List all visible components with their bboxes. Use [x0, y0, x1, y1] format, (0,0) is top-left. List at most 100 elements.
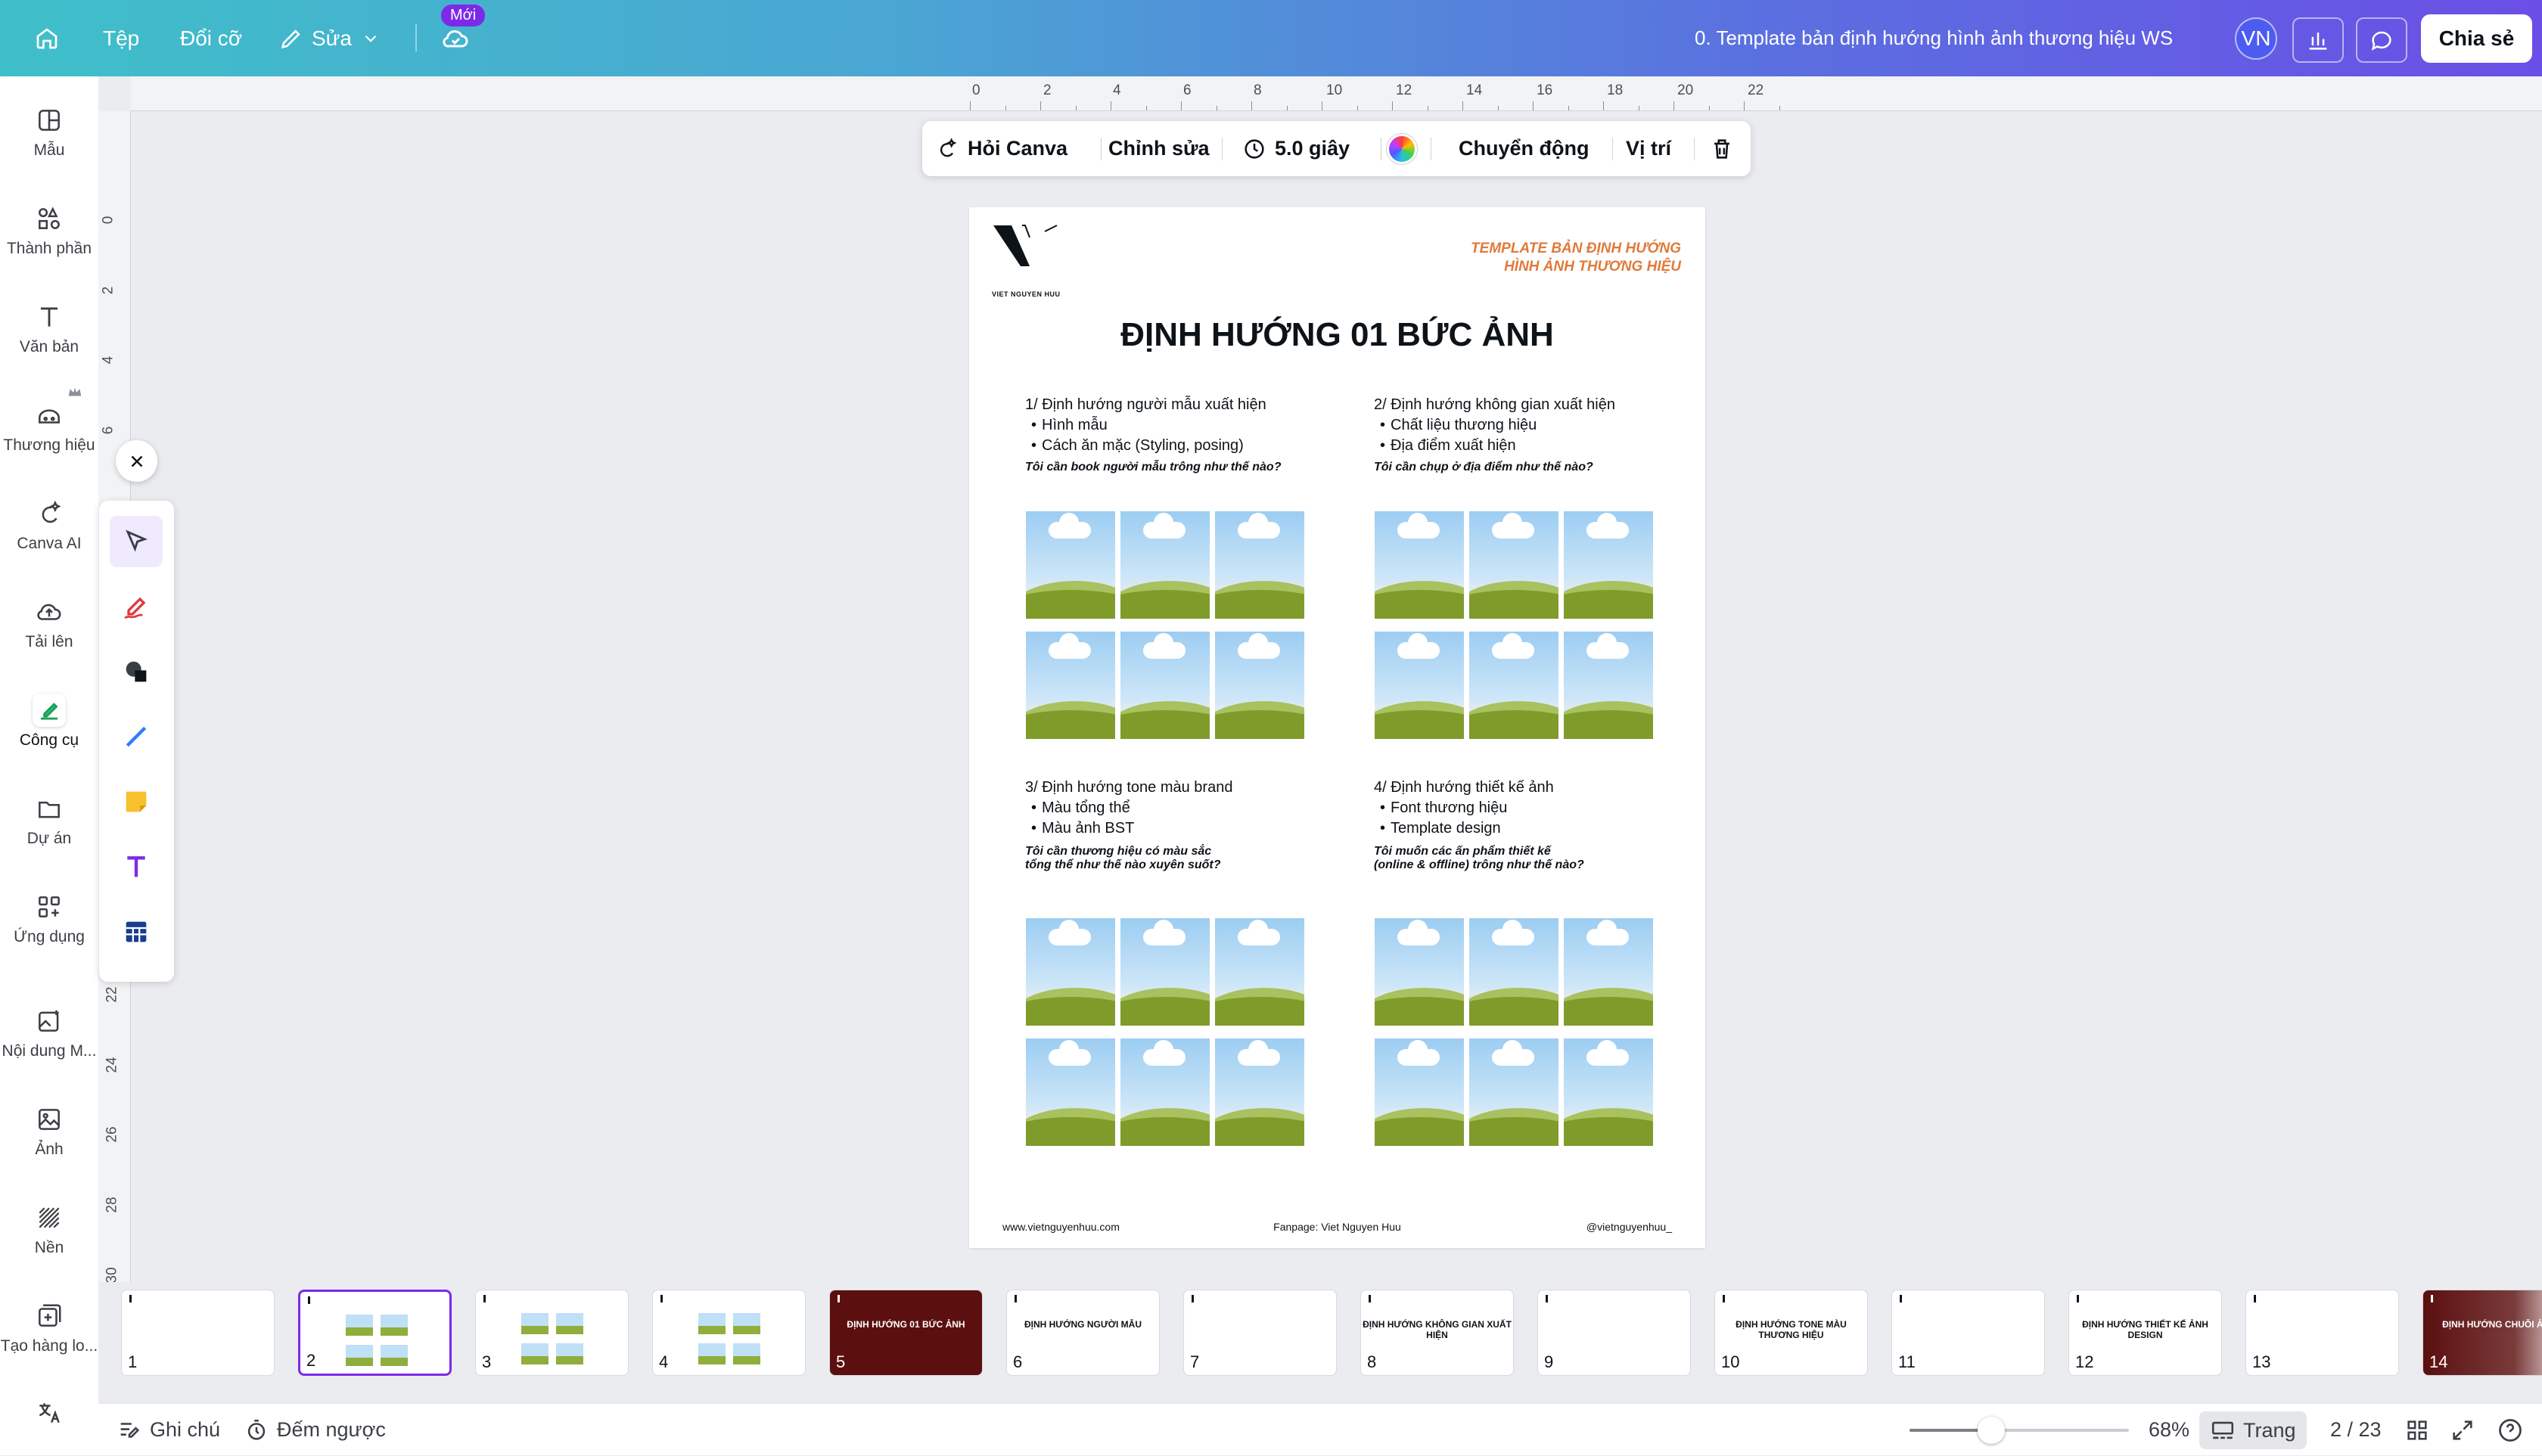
share-button[interactable]: Chia sẻ [2421, 14, 2532, 63]
sticky-note-tool-button[interactable] [110, 776, 163, 827]
edit-button[interactable]: Chỉnh sửa [1108, 121, 1210, 176]
resize-menu[interactable]: Đổi cỡ [180, 0, 242, 76]
page-thumbnail[interactable]: 4 [652, 1290, 806, 1376]
page-thumbnail[interactable]: 13 [2245, 1290, 2399, 1376]
grid-view-button[interactable] [2404, 1404, 2430, 1456]
image-placeholder[interactable] [1564, 511, 1653, 619]
zoom-slider-thumb[interactable] [1978, 1417, 2005, 1444]
pen-icon [124, 597, 146, 619]
image-placeholder[interactable] [1469, 918, 1558, 1026]
page-thumbnail[interactable]: ĐỊNH HƯỚNG THIẾT KẾ ẢNH DESIGN 12 [2068, 1290, 2222, 1376]
page-thumbnail[interactable]: 9 [1537, 1290, 1691, 1376]
bullet-dot: • [1380, 799, 1386, 816]
sidebar-item-brand[interactable]: Thương hiệu [0, 399, 98, 455]
close-tools-button[interactable] [116, 440, 157, 482]
page-thumbnail[interactable]: 3 [475, 1290, 629, 1376]
sidebar-item-photos[interactable]: Ảnh [0, 1103, 98, 1159]
image-placeholder[interactable] [1120, 632, 1210, 739]
image-placeholder[interactable] [1120, 511, 1210, 619]
ruler-tick-label: 12 [1396, 82, 1412, 98]
zoom-slider[interactable] [1910, 1417, 2129, 1444]
image-placeholder[interactable] [1469, 511, 1558, 619]
pages-view-button[interactable]: Trang [2199, 1411, 2307, 1449]
page-thumbnail[interactable]: ĐỊNH HƯỚNG 01 BỨC ẢNH 5 [829, 1290, 983, 1376]
image-placeholder[interactable] [1375, 918, 1464, 1026]
color-picker-button[interactable] [1387, 121, 1417, 176]
sidebar-item-templates[interactable]: Mẫu [0, 104, 98, 160]
position-button[interactable]: Vị trí [1626, 121, 1671, 176]
header-line-2: HÌNH ẢNH THƯƠNG HIỆU [1504, 259, 1681, 275]
timer-button[interactable]: Đếm ngược [244, 1404, 386, 1456]
page-thumbnail[interactable]: ĐỊNH HƯỚNG KHÔNG GIAN XUẤT HIỆN 8 [1360, 1290, 1514, 1376]
image-placeholder[interactable] [1120, 918, 1210, 1026]
help-icon [2499, 1418, 2522, 1442]
image-placeholder[interactable] [1215, 511, 1304, 619]
page-thumbnail[interactable]: 11 [1891, 1290, 2045, 1376]
image-placeholder[interactable] [1375, 511, 1464, 619]
image-placeholder[interactable] [1120, 1038, 1210, 1146]
sidebar-item-canva-ai[interactable]: Canva AI [0, 497, 98, 553]
image-placeholder[interactable] [1564, 1038, 1653, 1146]
image-placeholder[interactable] [1026, 511, 1115, 619]
image-placeholder[interactable] [1026, 632, 1115, 739]
image-placeholder[interactable] [1026, 1038, 1115, 1146]
page-thumbnail[interactable]: ĐỊNH HƯỚNG TONE MÀU THƯƠNG HIỆU 10 [1714, 1290, 1868, 1376]
fullscreen-button[interactable] [2450, 1404, 2475, 1456]
table-tool-button[interactable] [110, 906, 163, 958]
ruler-tick [1286, 106, 1288, 110]
design-page[interactable]: VIET NGUYEN HUU TEMPLATE BẢN ĐỊNH HƯỚNG … [969, 207, 1705, 1248]
thumbnail-logo-mark [2254, 1295, 2260, 1302]
text-tool-button[interactable] [110, 841, 163, 893]
sidebar-item-apps[interactable]: Ứng dụng [0, 890, 98, 946]
document-title[interactable]: 0. Template bản định hướng hình ảnh thươ… [1695, 0, 2173, 76]
page-thumbnail[interactable]: 7 [1183, 1290, 1337, 1376]
home-button[interactable] [33, 0, 61, 76]
cloud-shape [1397, 633, 1440, 659]
sidebar-item-magic-media[interactable]: Nội dung M... [0, 1004, 98, 1060]
file-menu[interactable]: Tệp [103, 0, 139, 76]
help-button[interactable] [2497, 1404, 2524, 1456]
sidebar-item-label: Công cụ [19, 731, 79, 749]
image-placeholder[interactable] [1375, 1038, 1464, 1146]
image-placeholder[interactable] [1469, 632, 1558, 739]
image-placeholder[interactable] [1215, 632, 1304, 739]
image-placeholder[interactable] [1215, 918, 1304, 1026]
sidebar-item-bulk-create[interactable]: Tạo hàng lo... [0, 1299, 98, 1355]
ask-canva-button[interactable]: Hỏi Canva [934, 121, 1067, 176]
image-placeholder[interactable] [1215, 1038, 1304, 1146]
clock-icon [1245, 138, 1264, 159]
sidebar-item-uploads[interactable]: Tải lên [0, 595, 98, 651]
image-placeholder[interactable] [1564, 918, 1653, 1026]
page-thumbnail[interactable]: ĐỊNH HƯỚNG CHUỖI ẢNH 14 [2422, 1290, 2542, 1376]
insights-button[interactable] [2292, 17, 2344, 63]
image-placeholder[interactable] [1564, 632, 1653, 739]
page-thumbnail[interactable]: 2 [298, 1290, 452, 1376]
page-thumbnail[interactable]: 1 [121, 1290, 275, 1376]
page-thumbnail[interactable]: ĐỊNH HƯỚNG NGƯỜI MẪU 6 [1006, 1290, 1160, 1376]
sidebar-item-text[interactable]: Văn bản [0, 300, 98, 356]
duration-button[interactable]: 5.0 giây [1241, 121, 1350, 176]
image-placeholder[interactable] [1375, 632, 1464, 739]
comments-button[interactable] [2356, 17, 2407, 63]
draw-tool-button[interactable] [110, 581, 163, 632]
sidebar-item-elements[interactable]: Thành phần [0, 202, 98, 258]
edit-menu[interactable]: Sửa [278, 0, 381, 76]
notes-button[interactable]: Ghi chú [117, 1404, 220, 1456]
animate-button[interactable]: Chuyển động [1459, 121, 1589, 176]
avatar[interactable]: VN [2235, 17, 2277, 60]
sidebar-item-background[interactable]: Nền [0, 1201, 98, 1257]
thumbnail-number: 7 [1190, 1352, 1200, 1371]
sidebar-item-translate[interactable] [0, 1396, 98, 1434]
sidebar-item-tools[interactable]: Công cụ [0, 694, 98, 750]
image-placeholder[interactable] [1026, 918, 1115, 1026]
image-placeholder[interactable] [1469, 1038, 1558, 1146]
page-counter[interactable]: 2 / 23 [2330, 1404, 2382, 1456]
zoom-value[interactable]: 68% [2149, 1404, 2189, 1456]
thumbnail-logo-mark [308, 1296, 314, 1304]
delete-button[interactable] [1709, 121, 1735, 176]
line-tool-button[interactable] [110, 711, 163, 762]
shapes-tool-button[interactable] [110, 646, 163, 697]
hill-shape [1215, 1117, 1304, 1146]
sidebar-item-projects[interactable]: Dự án [0, 792, 98, 848]
select-tool-button[interactable] [110, 516, 163, 567]
